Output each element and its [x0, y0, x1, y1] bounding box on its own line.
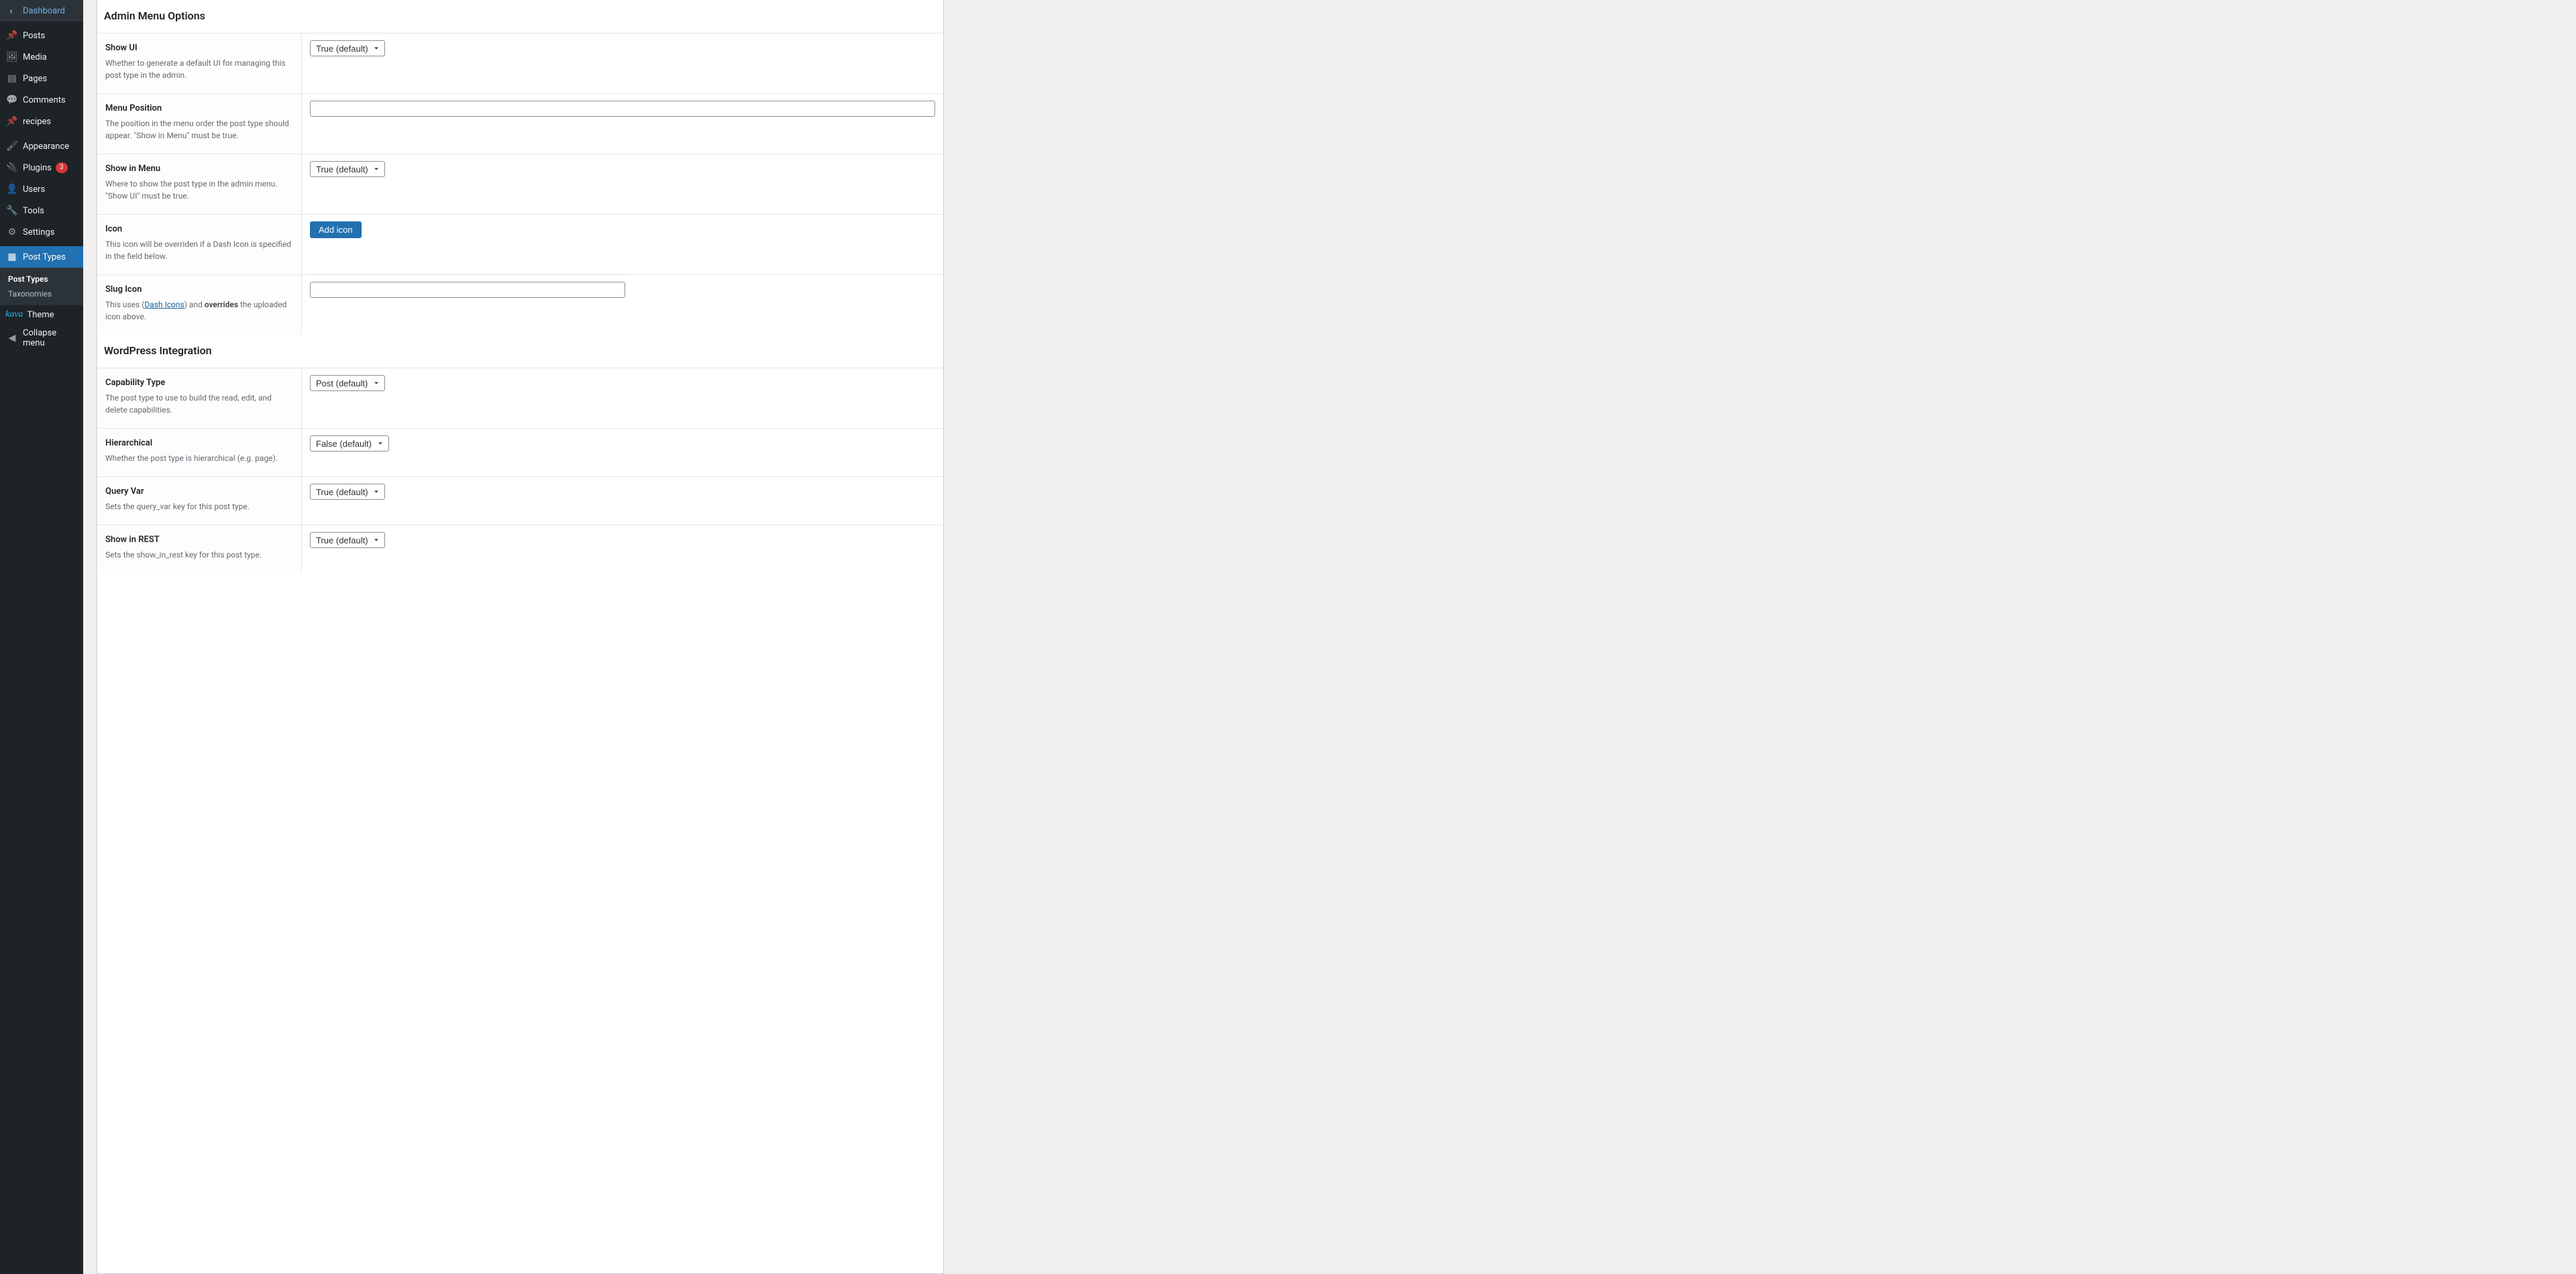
dash-icons-link[interactable]: Dash Icons: [144, 300, 184, 309]
sidebar-item-plugins[interactable]: 🔌 Plugins 3: [0, 157, 83, 178]
sidebar-item-label: Tools: [23, 206, 44, 216]
sidebar-item-post-types[interactable]: ▦ Post Types: [0, 246, 83, 268]
admin-sidebar: ◐ Dashboard 📌 Posts 🖼 Media ▤ Pages 💬 Co…: [0, 0, 83, 1274]
field-header: Hierarchical Whether the post type is hi…: [97, 429, 301, 476]
section-wordpress-integration: WordPress Integration: [97, 335, 943, 368]
row-show-in-menu: Show in Menu Where to show the post type…: [97, 154, 943, 214]
add-icon-button[interactable]: Add icon: [310, 221, 362, 238]
slug-icon-input[interactable]: [310, 282, 625, 298]
sidebar-item-label: Comments: [23, 95, 66, 105]
plugin-icon: 🔌: [5, 161, 19, 174]
field-label: Hierarchical: [105, 438, 293, 448]
field-label: Menu Position: [105, 103, 293, 113]
field-header: Slug Icon This uses (Dash Icons) and ove…: [97, 275, 301, 335]
sidebar-item-label: Dashboard: [23, 6, 65, 16]
field-header: Show UI Whether to generate a default UI…: [97, 34, 301, 93]
settings-icon: ⚙: [5, 225, 19, 239]
sidebar-item-theme[interactable]: kava Theme: [0, 305, 83, 324]
row-query-var: Query Var Sets the query_var key for thi…: [97, 476, 943, 525]
brush-icon: 🖌: [5, 140, 19, 153]
field-label: Icon: [105, 224, 293, 234]
field-header: Capability Type The post type to use to …: [97, 368, 301, 428]
section-admin-menu-options: Admin Menu Options: [97, 0, 943, 33]
field-desc: Whether the post type is hierarchical (e…: [105, 452, 293, 464]
sidebar-item-label: Theme: [27, 310, 54, 320]
sidebar-item-label: Post Types: [23, 252, 66, 262]
form-canvas: Admin Menu Options Show UI Whether to ge…: [97, 0, 944, 1274]
tools-icon: 🔧: [5, 204, 19, 217]
field-header: Show in Menu Where to show the post type…: [97, 154, 301, 214]
sidebar-item-label: Users: [23, 184, 45, 195]
field-label: Show in REST: [105, 535, 293, 545]
pages-icon: ▤: [5, 72, 19, 85]
kava-logo-icon: kava: [5, 309, 23, 320]
field-label: Show UI: [105, 43, 293, 53]
field-desc: The post type to use to build the read, …: [105, 392, 293, 416]
field-desc: Whether to generate a default UI for man…: [105, 57, 293, 81]
query-var-select[interactable]: True (default): [310, 484, 385, 500]
row-show-in-rest: Show in REST Sets the show_in_rest key f…: [97, 525, 943, 573]
row-slug-icon: Slug Icon This uses (Dash Icons) and ove…: [97, 274, 943, 335]
field-desc: The position in the menu order the post …: [105, 117, 293, 142]
sidebar-item-tools[interactable]: 🔧 Tools: [0, 200, 83, 221]
sidebar-item-label: Plugins: [23, 163, 52, 173]
dashboard-icon: ◐: [5, 4, 19, 17]
pin-icon: 📌: [5, 115, 19, 128]
field-label: Show in Menu: [105, 164, 293, 174]
field-header: Show in REST Sets the show_in_rest key f…: [97, 525, 301, 573]
sidebar-item-settings[interactable]: ⚙ Settings: [0, 221, 83, 243]
sidebar-item-label: recipes: [23, 117, 51, 127]
row-icon: Icon This icon will be overriden if a Da…: [97, 214, 943, 274]
grid-icon: ▦: [5, 250, 19, 264]
field-desc: Sets the query_var key for this post typ…: [105, 500, 293, 513]
sidebar-item-dashboard[interactable]: ◐ Dashboard: [0, 0, 83, 21]
sidebar-item-appearance[interactable]: 🖌 Appearance: [0, 136, 83, 157]
collapse-label: Collapse menu: [23, 328, 78, 348]
show-in-rest-select[interactable]: True (default): [310, 532, 385, 548]
update-badge: 3: [56, 162, 68, 173]
field-label: Slug Icon: [105, 284, 293, 295]
sidebar-item-label: Appearance: [23, 142, 69, 152]
collapse-icon: ◀: [5, 331, 19, 345]
sidebar-submenu: Post Types Taxonomies: [0, 268, 83, 305]
sidebar-item-users[interactable]: 👤 Users: [0, 178, 83, 200]
sidebar-item-recipes[interactable]: 📌 recipes: [0, 111, 83, 132]
pin-icon: 📌: [5, 29, 19, 42]
field-header: Menu Position The position in the menu o…: [97, 94, 301, 154]
sidebar-item-label: Media: [23, 52, 47, 62]
sidebar-item-label: Pages: [23, 74, 47, 84]
sidebar-item-label: Posts: [23, 31, 45, 41]
users-icon: 👤: [5, 182, 19, 196]
field-header: Icon This icon will be overriden if a Da…: [97, 215, 301, 274]
hierarchical-select[interactable]: False (default): [310, 435, 389, 452]
sidebar-sub-taxonomies[interactable]: Taxonomies: [0, 286, 83, 301]
show-in-menu-select[interactable]: True (default): [310, 161, 385, 177]
field-desc: Sets the show_in_rest key for this post …: [105, 549, 293, 561]
sidebar-item-comments[interactable]: 💬 Comments: [0, 89, 83, 111]
menu-position-input[interactable]: [310, 101, 935, 117]
sidebar-item-label: Settings: [23, 227, 54, 237]
capability-type-select[interactable]: Post (default): [310, 375, 385, 391]
row-show-ui: Show UI Whether to generate a default UI…: [97, 33, 943, 93]
sidebar-item-media[interactable]: 🖼 Media: [0, 46, 83, 68]
show-ui-select[interactable]: True (default): [310, 40, 385, 56]
row-hierarchical: Hierarchical Whether the post type is hi…: [97, 428, 943, 476]
field-desc: This uses (Dash Icons) and overrides the…: [105, 299, 293, 323]
sidebar-item-posts[interactable]: 📌 Posts: [0, 25, 83, 46]
media-icon: 🖼: [5, 50, 19, 64]
comments-icon: 💬: [5, 93, 19, 107]
field-desc: This icon will be overriden if a Dash Ic…: [105, 238, 293, 262]
sidebar-sub-post-types[interactable]: Post Types: [0, 272, 83, 286]
field-label: Capability Type: [105, 378, 293, 388]
main-content: Admin Menu Options Show UI Whether to ge…: [83, 0, 2576, 1274]
empty-right-gutter: [944, 0, 2576, 1274]
row-capability-type: Capability Type The post type to use to …: [97, 368, 943, 428]
field-desc: Where to show the post type in the admin…: [105, 178, 293, 202]
field-header: Query Var Sets the query_var key for thi…: [97, 477, 301, 525]
sidebar-item-pages[interactable]: ▤ Pages: [0, 68, 83, 89]
collapse-menu-button[interactable]: ◀ Collapse menu: [0, 324, 83, 352]
field-label: Query Var: [105, 486, 293, 496]
row-menu-position: Menu Position The position in the menu o…: [97, 93, 943, 154]
